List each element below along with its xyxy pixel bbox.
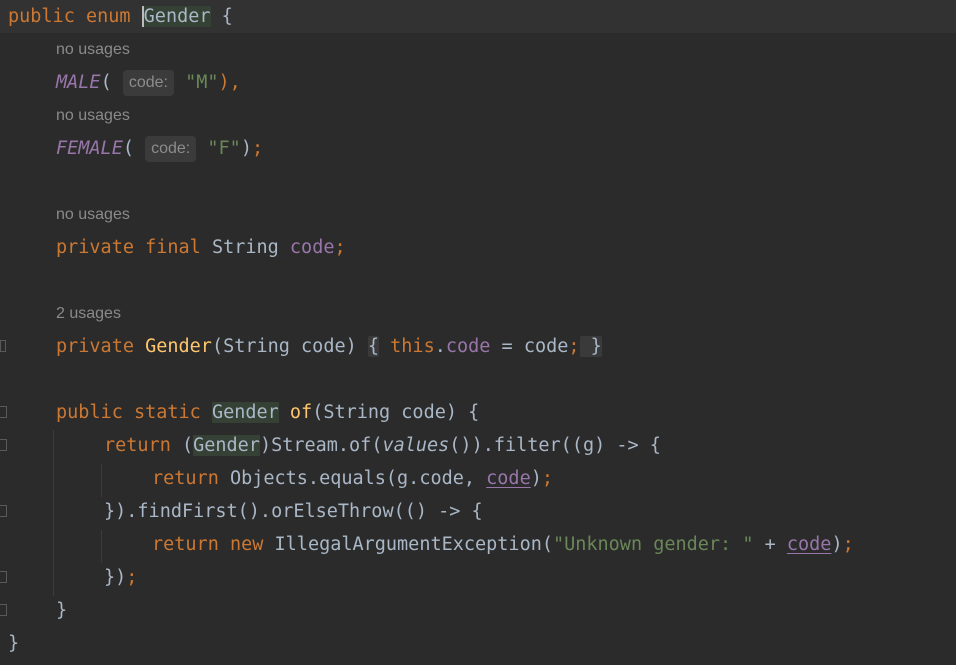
captured-code: code <box>786 534 832 555</box>
code-line-close-enum[interactable]: } <box>0 627 956 660</box>
keyword-return: return <box>104 435 171 456</box>
string-f: "F" <box>207 138 241 159</box>
filter-lambda: ()).filter((g) -> { <box>449 435 661 456</box>
code-line-field[interactable]: private final String code; <box>0 231 956 264</box>
semicolon: ; <box>541 468 553 489</box>
code-line-of-method[interactable]: public static Gender of(String code) { <box>0 396 956 429</box>
cast-open: ( <box>181 435 194 456</box>
param-hint-code: code: <box>122 70 174 96</box>
constructor-name: Gender <box>145 336 212 357</box>
type-string: String <box>211 237 279 258</box>
code-editor[interactable]: public enum Gender { no usages MALE( cod… <box>0 0 956 665</box>
field-code: code <box>289 237 335 258</box>
paren-close: ) <box>530 468 542 489</box>
paren-close: ) <box>240 138 252 159</box>
constructor-params: (String code) <box>211 336 357 357</box>
code-line-male[interactable]: MALE( code: "M"), <box>0 66 956 99</box>
param-hint-code: code: <box>145 136 197 162</box>
keyword-static: static <box>133 402 201 423</box>
keyword-enum: enum <box>85 6 131 27</box>
string-m: "M" <box>185 72 219 93</box>
close-brace: } <box>590 336 602 357</box>
semicolon: ; <box>126 567 138 588</box>
keyword-private: private <box>56 336 134 357</box>
dot: . <box>434 336 446 357</box>
open-brace: { <box>210 6 233 27</box>
paren-close: ) <box>831 534 843 555</box>
keyword-new: new <box>229 534 264 555</box>
code-line-constructor[interactable]: private Gender(String code) { this.code … <box>0 330 956 363</box>
illegal-argument-exception: IllegalArgumentException( <box>274 534 553 555</box>
code-line-find-first[interactable]: }).findFirst().orElseThrow(() -> { <box>0 495 956 528</box>
code-line-close-lambda[interactable]: }); <box>0 561 956 594</box>
code-line-return-stream[interactable]: return (Gender)Stream.of(values()).filte… <box>0 429 956 462</box>
captured-code: code <box>486 468 531 489</box>
code-line-return-equals[interactable]: return Objects.equals(g.code, code); <box>0 462 956 495</box>
keyword-public: public <box>56 402 123 423</box>
semicolon: ; <box>334 237 346 258</box>
usages-lens-constructor[interactable]: 2 usages <box>56 304 121 324</box>
semicolon: ; <box>568 336 580 357</box>
method-of: of <box>289 402 313 423</box>
plus-operator: + <box>753 534 787 555</box>
keyword-return: return <box>152 468 219 489</box>
enum-name-gender[interactable]: Gender <box>141 6 211 27</box>
usages-lens-field[interactable]: no usages <box>56 205 130 225</box>
close-brace-enum: } <box>8 633 20 654</box>
code-line-enum-decl[interactable]: public enum Gender { <box>0 0 956 33</box>
keyword-this: this <box>390 336 435 357</box>
keyword-return: return <box>152 534 219 555</box>
assign-code: = code <box>490 336 569 357</box>
enum-constant-female: FEMALE <box>56 138 123 159</box>
semicolon: ; <box>842 534 854 555</box>
cast-gender-highlight: Gender <box>193 435 260 456</box>
close-lambda: }) <box>104 567 127 588</box>
close-brace-method: } <box>56 600 68 621</box>
find-first-or-else-throw: }).findFirst().orElseThrow(() -> { <box>104 501 483 522</box>
keyword-public: public <box>8 6 75 27</box>
paren-open: ( <box>100 72 112 93</box>
usages-lens-female[interactable]: no usages <box>56 106 130 126</box>
code-line-female[interactable]: FEMALE( code: "F"); <box>0 132 956 165</box>
string-unknown-gender: "Unknown gender: " <box>552 534 754 555</box>
stream-of: )Stream.of( <box>259 435 383 456</box>
values-call: values <box>382 435 450 456</box>
enum-constant-male: MALE <box>56 72 101 93</box>
keyword-final: final <box>145 237 201 258</box>
keyword-private: private <box>56 237 134 258</box>
field-code-ref: code <box>445 336 491 357</box>
objects-equals: Objects.equals(g.code, <box>229 468 487 489</box>
usages-lens-male[interactable]: no usages <box>56 40 130 60</box>
paren-open: ( <box>122 138 134 159</box>
method-params: (String code) { <box>312 402 480 423</box>
semicolon: ; <box>251 138 264 159</box>
paren-close-comma: ), <box>218 72 241 93</box>
folded-brace-open[interactable]: { <box>367 336 380 357</box>
code-line-return-exception[interactable]: return new IllegalArgumentException("Unk… <box>0 528 956 561</box>
folded-brace-close[interactable]: } <box>579 336 602 357</box>
code-line-close-method[interactable]: } <box>0 594 956 627</box>
type-gender-highlight: Gender <box>211 402 279 423</box>
